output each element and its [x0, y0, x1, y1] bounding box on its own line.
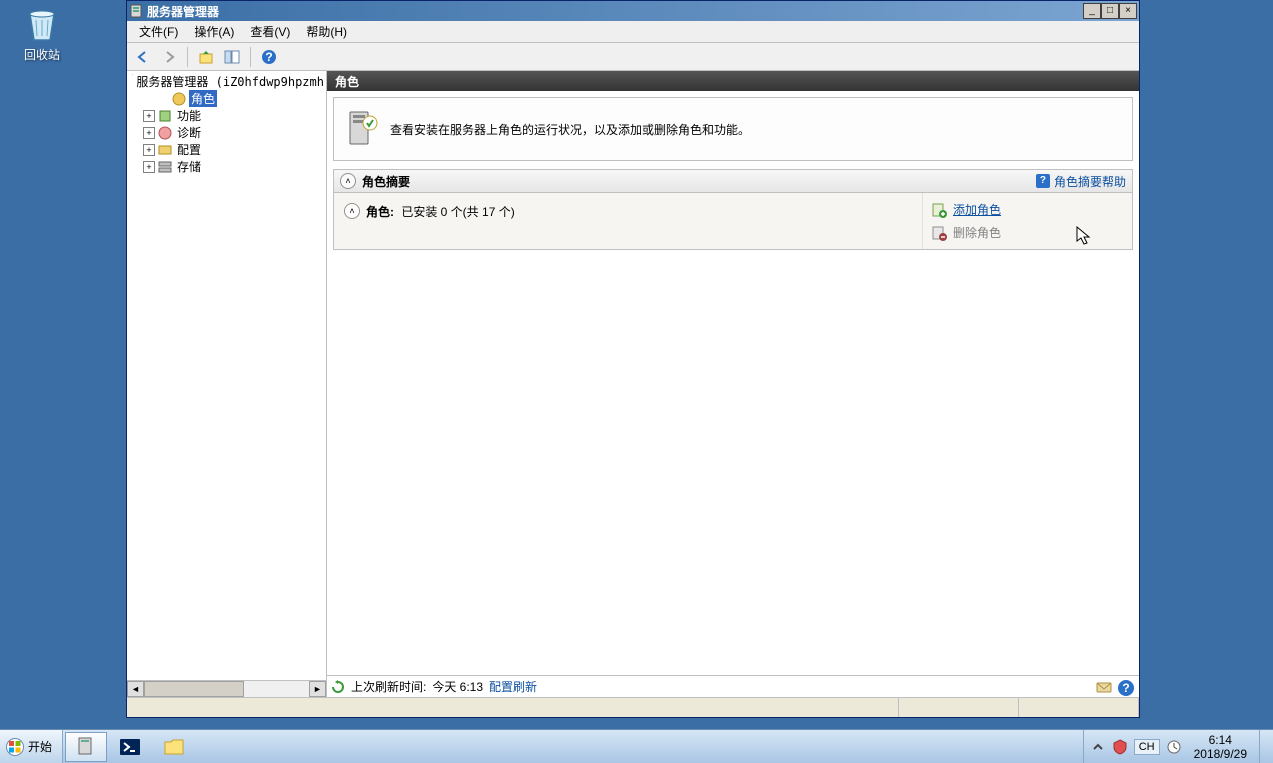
- task-explorer[interactable]: [153, 732, 195, 762]
- info-banner: 查看安装在服务器上角色的运行状况，以及添加或删除角色和功能。: [333, 97, 1133, 161]
- status-bar: 上次刷新时间: 今天 6:13 配置刷新: [327, 675, 1139, 697]
- remove-role-link: 删除角色: [953, 224, 1001, 241]
- toolbar-sep: [187, 47, 188, 67]
- clock[interactable]: 6:14 2018/9/29: [1188, 731, 1253, 763]
- tree-storage[interactable]: + 存储: [127, 158, 326, 175]
- roles-actions: 添加角色 删除角色: [922, 193, 1132, 249]
- scroll-left-button[interactable]: ◄: [127, 681, 144, 697]
- start-label: 开始: [28, 738, 52, 755]
- clock-date: 2018/9/29: [1194, 747, 1247, 761]
- tree-diagnostics[interactable]: + 诊断: [127, 124, 326, 141]
- window-tray: ?: [1095, 679, 1135, 697]
- diagnostics-icon: [157, 125, 173, 141]
- recycle-bin[interactable]: 回收站: [12, 4, 72, 63]
- menu-help[interactable]: 帮助(H): [298, 21, 355, 42]
- server-icon: [132, 74, 133, 90]
- storage-icon: [157, 159, 173, 175]
- window-title: 服务器管理器: [147, 3, 1083, 20]
- last-refresh-value: 今天 6:13: [432, 678, 483, 695]
- task-server-manager[interactable]: [65, 732, 107, 762]
- tree-configuration[interactable]: + 配置: [127, 141, 326, 158]
- up-button[interactable]: [194, 46, 218, 68]
- banner-text: 查看安装在服务器上角色的运行状况，以及添加或删除角色和功能。: [390, 121, 750, 138]
- tree-features[interactable]: + 功能: [127, 107, 326, 124]
- close-button[interactable]: ×: [1119, 3, 1137, 19]
- server-tower-icon: [344, 110, 378, 148]
- tree-root[interactable]: 服务器管理器 (iZ0hfdwp9hpzmh: [127, 73, 326, 90]
- show-hide-button[interactable]: [220, 46, 244, 68]
- tray-msg-icon[interactable]: [1095, 679, 1113, 697]
- roles-label: 角色:: [366, 205, 394, 219]
- windows-logo-icon: [6, 738, 24, 756]
- recycle-bin-label: 回收站: [12, 46, 72, 63]
- svg-text:?: ?: [1122, 681, 1129, 695]
- language-indicator[interactable]: CH: [1134, 739, 1160, 755]
- roles-icon: [171, 91, 187, 107]
- help-button[interactable]: ?: [257, 46, 281, 68]
- tray-help-icon[interactable]: ?: [1117, 679, 1135, 697]
- config-refresh-link[interactable]: 配置刷新: [489, 678, 537, 695]
- add-role-link[interactable]: 添加角色: [953, 201, 1001, 218]
- scroll-track[interactable]: [144, 681, 309, 697]
- quick-launch: [63, 730, 197, 763]
- content-panel: 角色 查看安装在服务器上角色的运行状况，以及添加或删除角色和功能。 ˄ 角色摘要…: [327, 71, 1139, 697]
- scroll-right-button[interactable]: ►: [309, 681, 326, 697]
- menu-view[interactable]: 查看(V): [242, 21, 298, 42]
- start-button[interactable]: 开始: [0, 730, 63, 763]
- configuration-icon: [157, 142, 173, 158]
- help-icon: ?: [1036, 174, 1050, 188]
- recycle-bin-icon: [22, 4, 62, 44]
- menu-file[interactable]: 文件(F): [131, 21, 186, 42]
- summary-title: 角色摘要: [362, 173, 1036, 190]
- scroll-thumb[interactable]: [144, 681, 244, 697]
- toolbar: ?: [127, 43, 1139, 71]
- body-area: 服务器管理器 (iZ0hfdwp9hpzmh 角色 + 功能 + 诊断: [127, 71, 1139, 697]
- clock-time: 6:14: [1194, 733, 1247, 747]
- expand-icon[interactable]: +: [143, 161, 155, 173]
- collapse-button[interactable]: ˄: [340, 173, 356, 189]
- roles-box: ˄ 角色: 已安装 0 个(共 17 个) 添加角色: [333, 193, 1133, 250]
- tree-horizontal-scrollbar[interactable]: ◄ ►: [127, 680, 326, 697]
- roles-summary-header: ˄ 角色摘要 ? 角色摘要帮助: [333, 169, 1133, 193]
- roles-status: 已安装 0 个(共 17 个): [401, 205, 514, 219]
- expand-icon[interactable]: +: [143, 144, 155, 156]
- toolbar-sep-2: [250, 47, 251, 67]
- content-header: 角色: [327, 71, 1139, 91]
- tray-clock-icon[interactable]: [1166, 739, 1182, 755]
- system-tray: CH 6:14 2018/9/29: [1083, 730, 1273, 763]
- show-desktop-button[interactable]: [1259, 730, 1267, 763]
- maximize-button[interactable]: □: [1101, 3, 1119, 19]
- taskbar: 开始 CH 6:14 2018/9/29: [0, 729, 1273, 763]
- server-manager-window: 服务器管理器 _ □ × 文件(F) 操作(A) 查看(V) 帮助(H) ?: [126, 0, 1140, 718]
- app-icon: [129, 4, 143, 18]
- remove-role-icon: [931, 225, 947, 241]
- roles-status-area: ˄ 角色: 已安装 0 个(共 17 个): [334, 193, 922, 249]
- collapse-button-2[interactable]: ˄: [344, 203, 360, 219]
- expand-icon[interactable]: +: [143, 127, 155, 139]
- tree-panel: 服务器管理器 (iZ0hfdwp9hpzmh 角色 + 功能 + 诊断: [127, 71, 327, 697]
- expand-icon[interactable]: +: [143, 110, 155, 122]
- refresh-icon: [331, 680, 345, 694]
- titlebar[interactable]: 服务器管理器 _ □ ×: [127, 1, 1139, 21]
- tree-roles[interactable]: 角色: [127, 90, 326, 107]
- minimize-button[interactable]: _: [1083, 3, 1101, 19]
- menu-action[interactable]: 操作(A): [186, 21, 242, 42]
- svg-text:?: ?: [265, 50, 272, 64]
- last-refresh-label: 上次刷新时间:: [351, 678, 426, 695]
- desktop: 回收站 服务器管理器 _ □ × 文件(F) 操作(A) 查看(V) 帮助(H): [0, 0, 1273, 763]
- back-button[interactable]: [131, 46, 155, 68]
- window-statusbar: [127, 697, 1139, 717]
- content-body: 查看安装在服务器上角色的运行状况，以及添加或删除角色和功能。 ˄ 角色摘要 ? …: [327, 91, 1139, 675]
- add-role-icon: [931, 202, 947, 218]
- features-icon: [157, 108, 173, 124]
- tray-security-icon[interactable]: [1112, 739, 1128, 755]
- task-powershell[interactable]: [109, 732, 151, 762]
- summary-help-link[interactable]: ? 角色摘要帮助: [1036, 173, 1126, 190]
- tray-arrow-icon[interactable]: [1090, 739, 1106, 755]
- forward-button[interactable]: [157, 46, 181, 68]
- menubar: 文件(F) 操作(A) 查看(V) 帮助(H): [127, 21, 1139, 43]
